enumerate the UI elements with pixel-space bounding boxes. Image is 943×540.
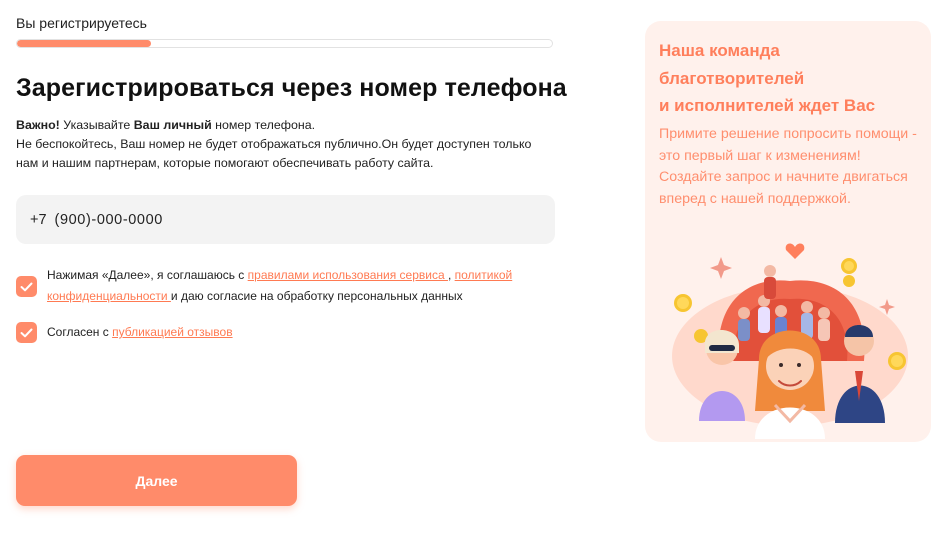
notice-text-2: номер телефона. (211, 118, 316, 132)
team-illustration (672, 243, 908, 439)
consent-reviews-checkbox[interactable] (16, 322, 37, 343)
promo-title-line-2: благотворителей (659, 68, 805, 88)
check-icon (20, 282, 33, 291)
reviews-publication-link[interactable]: публикацией отзывов (112, 325, 232, 339)
notice-line-2: Не беспокойтесь, Ваш номер не будет отоб… (16, 137, 532, 170)
phone-input[interactable] (54, 211, 355, 228)
consent-reviews-prefix: Согласен с (47, 325, 113, 339)
consent-terms-separator: , (447, 268, 455, 282)
consent-terms-prefix: Нажимая «Далее», я соглашаюсь с (47, 268, 248, 282)
consent-terms-text: Нажимая «Далее», я соглашаюсь с правилам… (47, 265, 517, 307)
notice-important: Важно! (16, 118, 60, 132)
promo-card: Наша команда благотворителей и исполните… (645, 21, 931, 442)
notice-text-1: Указывайте (59, 118, 134, 132)
terms-of-service-link[interactable]: правилами использования сервиса (248, 268, 448, 282)
progress-label: Вы регистрируетесь (16, 15, 147, 31)
phone-notice: Важно! Указывайте Ваш личный номер телеф… (16, 116, 556, 173)
consent-terms-row: Нажимая «Далее», я соглашаюсь с правилам… (16, 268, 517, 307)
promo-text: Примите решение попросить помощи - это п… (659, 126, 917, 207)
consent-reviews-text: Согласен с публикацией отзывов (47, 322, 233, 343)
consent-terms-suffix: и даю согласие на обработку персональных… (170, 289, 463, 303)
notice-bold-personal: Ваш личный (133, 118, 212, 132)
check-icon (20, 328, 33, 337)
phone-field[interactable]: +7 (16, 195, 555, 244)
progress-bar-fill (17, 40, 151, 47)
consent-terms-checkbox[interactable] (16, 276, 37, 297)
phone-country-code: +7 (30, 211, 47, 228)
promo-title-line-1: Наша команда (659, 41, 780, 60)
next-button[interactable]: Далее (16, 455, 297, 506)
promo-title-line-3: и исполнителей ждет Вас (659, 96, 876, 115)
page-title: Зарегистрироваться через номер телефона (16, 74, 567, 102)
consent-reviews-row: Согласен с публикацией отзывов (16, 322, 233, 343)
progress-bar (16, 39, 553, 48)
promo-title: Наша команда благотворителей и исполните… (659, 37, 919, 120)
